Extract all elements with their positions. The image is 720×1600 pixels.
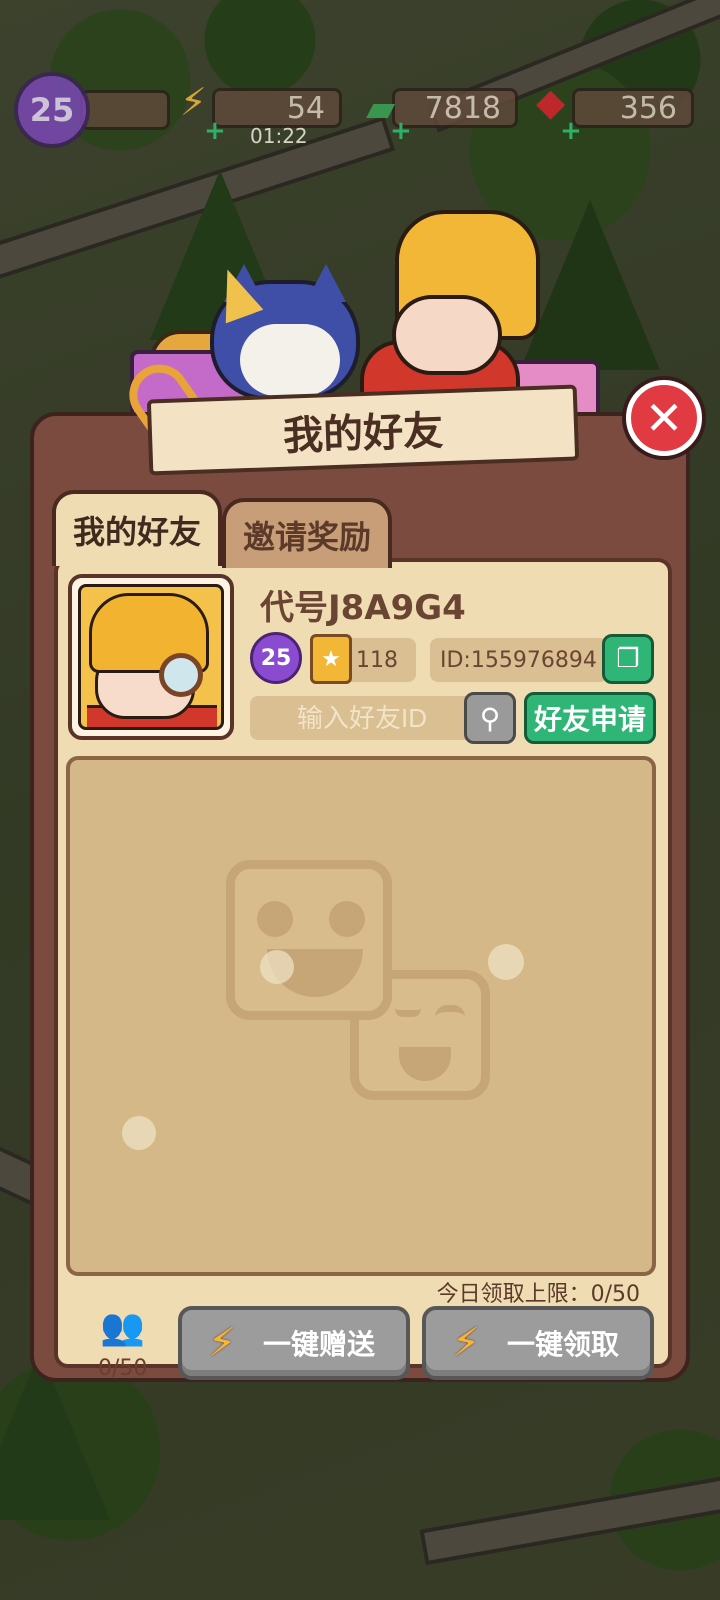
gem-value: 356 bbox=[619, 90, 677, 126]
decorative-bubble bbox=[122, 1116, 156, 1150]
send-all-button[interactable]: ⚡ 一键赠送 bbox=[178, 1306, 410, 1380]
lightning-icon: ⚡ bbox=[451, 1320, 481, 1366]
close-icon: ✕ bbox=[644, 391, 684, 445]
energy-counter[interactable]: 54 bbox=[212, 88, 342, 128]
player-id: ID:155976894 bbox=[440, 647, 597, 673]
daily-claim-limit: 今日领取上限：0/50 bbox=[436, 1282, 640, 1307]
add-cash-icon[interactable]: + bbox=[390, 118, 412, 144]
level-badge[interactable]: 25 bbox=[14, 72, 90, 148]
player-nickname: 代号J8A9G4 bbox=[260, 588, 466, 628]
friend-list[interactable] bbox=[66, 756, 656, 1276]
avatar-image bbox=[78, 584, 224, 730]
boy-mascot-face bbox=[392, 295, 502, 375]
player-level-badge: 25 bbox=[250, 632, 302, 684]
dialog-title: 我的好友 bbox=[146, 384, 580, 476]
friends-count-icon: 👥 bbox=[100, 1307, 145, 1348]
top-hud: 25 54 ⚡ + 01:22 7818 ▰ + 356 ◆ + bbox=[0, 0, 720, 150]
clipboard-star-icon: ★ bbox=[310, 634, 352, 684]
lightning-icon: ⚡ bbox=[180, 80, 207, 124]
decorative-bubble bbox=[260, 950, 294, 984]
player-id-pill: ID:155976894 bbox=[430, 638, 608, 682]
add-energy-icon[interactable]: + bbox=[204, 118, 226, 144]
decorative-bubble bbox=[488, 944, 524, 980]
collection-count: 118 bbox=[356, 647, 398, 673]
lightning-icon: ⚡ bbox=[207, 1320, 237, 1366]
search-button[interactable]: ⚲ bbox=[464, 692, 516, 744]
gem-counter[interactable]: 356 bbox=[572, 88, 694, 128]
copy-icon: ❐ bbox=[616, 644, 640, 674]
copy-id-button[interactable]: ❐ bbox=[602, 634, 654, 684]
magnifier-icon bbox=[159, 653, 203, 697]
friend-request-button[interactable]: 好友申请 bbox=[524, 692, 656, 744]
xp-bar bbox=[80, 90, 170, 130]
send-all-label: 一键赠送 bbox=[262, 1328, 375, 1361]
cash-value: 7818 bbox=[424, 90, 501, 126]
tab-my-friends[interactable]: 我的好友 bbox=[52, 490, 222, 566]
claim-all-label: 一键领取 bbox=[506, 1328, 619, 1361]
friend-id-input[interactable] bbox=[250, 696, 474, 740]
close-button[interactable]: ✕ bbox=[626, 380, 702, 456]
add-gems-icon[interactable]: + bbox=[560, 118, 582, 144]
tab-invite-rewards[interactable]: 邀请奖励 bbox=[222, 498, 392, 568]
energy-timer: 01:22 bbox=[250, 124, 308, 148]
search-icon: ⚲ bbox=[479, 701, 501, 735]
claim-all-button[interactable]: ⚡ 一键领取 bbox=[422, 1306, 654, 1380]
avatar[interactable] bbox=[68, 574, 234, 740]
friends-count: 0/50 bbox=[98, 1356, 148, 1381]
energy-value: 54 bbox=[286, 90, 325, 126]
